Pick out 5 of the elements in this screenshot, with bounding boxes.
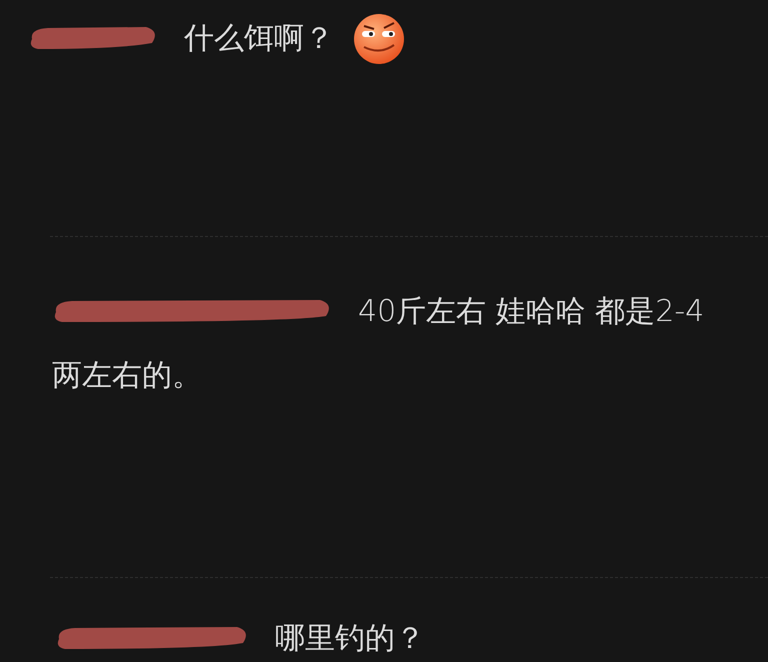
comment-text: 哪里钓的？: [275, 620, 425, 658]
smiley-face-icon: [352, 11, 406, 65]
comment-text: 两左右的。: [52, 356, 203, 394]
comment-text: 40斤左右 娃哈哈 都是2-4: [358, 292, 704, 330]
comment-text: 什么饵啊？: [184, 20, 334, 58]
